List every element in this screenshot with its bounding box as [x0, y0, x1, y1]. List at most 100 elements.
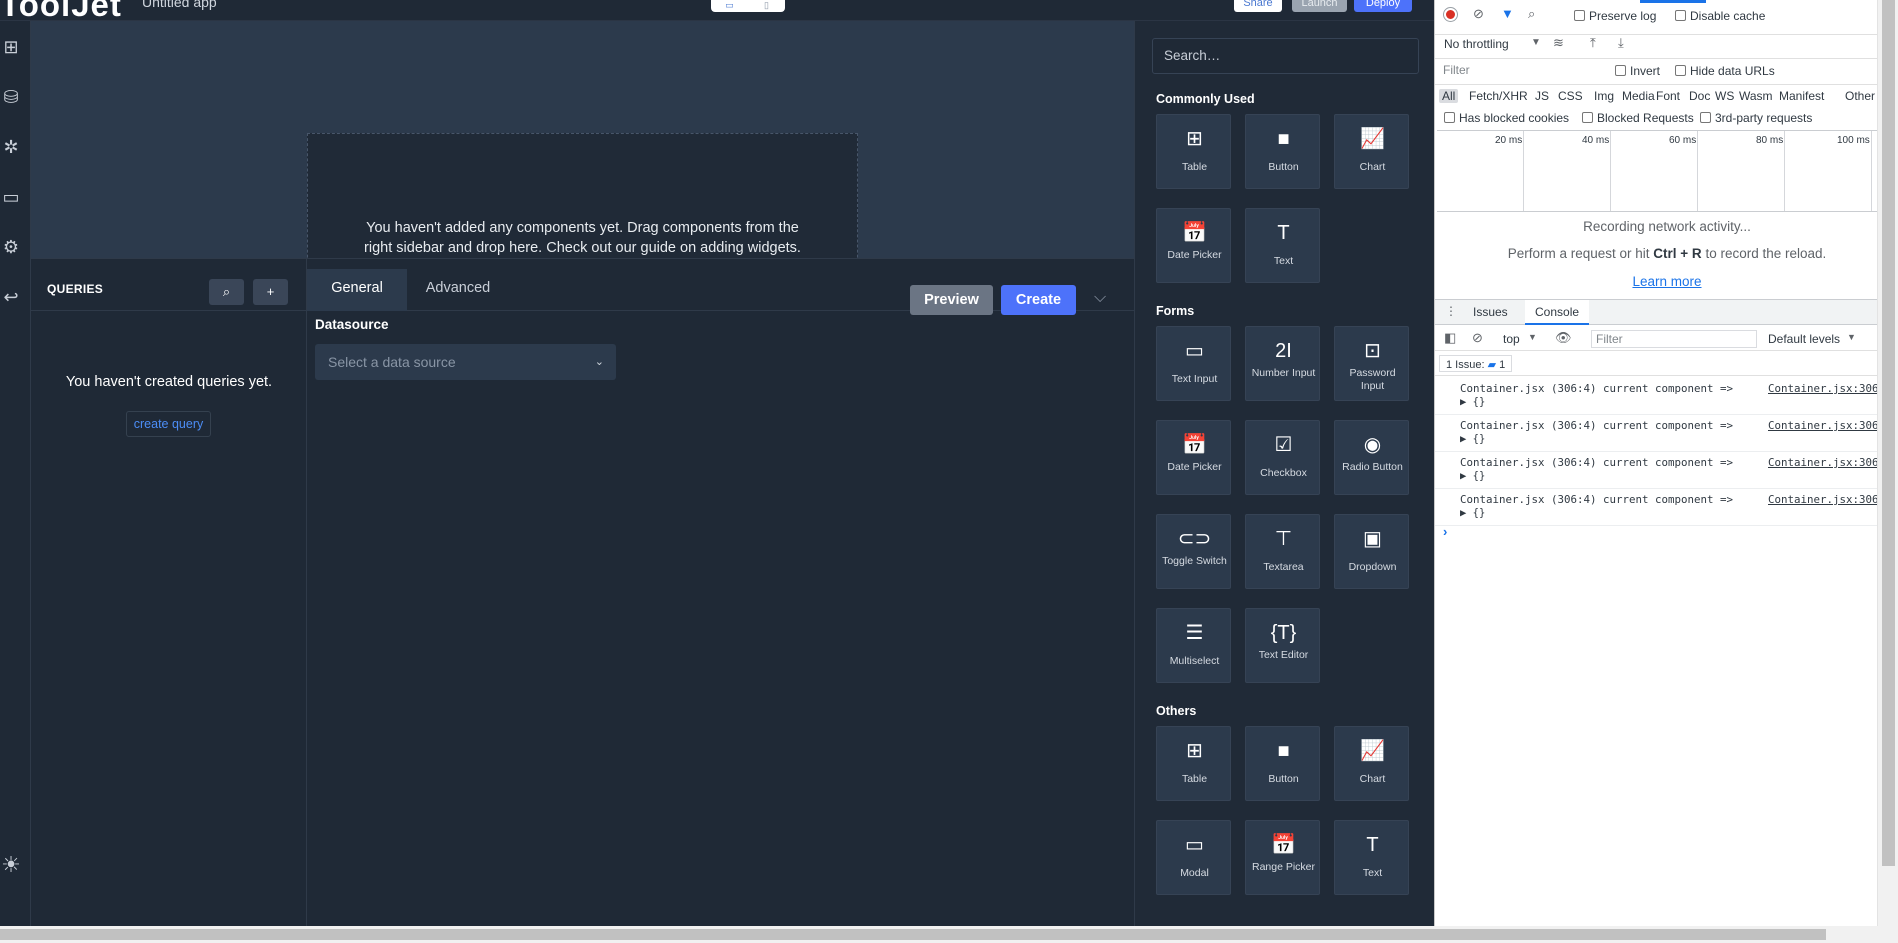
record-icon[interactable] [1444, 8, 1457, 21]
scrollbar-thumb[interactable] [0, 929, 1826, 940]
widget-card-text-editor[interactable]: {T} Text Editor [1245, 608, 1320, 683]
preserve-log-checkbox[interactable]: Preserve log [1574, 9, 1656, 23]
type-filter-other[interactable]: Other [1845, 89, 1875, 103]
desktop-view-icon[interactable]: ▭ [711, 0, 748, 12]
widget-card-date-picker[interactable]: 📅 Date Picker [1156, 420, 1231, 495]
console-log-entry[interactable]: Container.jsx (306:4) current component … [1435, 489, 1898, 526]
share-button[interactable]: Share [1234, 0, 1282, 12]
log-object-expander[interactable]: ▶ {} [1460, 396, 1485, 408]
issues-badge[interactable]: 1 Issue: ▰ 1 [1439, 355, 1513, 372]
widget-card-date-picker[interactable]: 📅 Date Picker [1156, 208, 1231, 283]
tab-issues[interactable]: Issues [1473, 305, 1508, 319]
settings-icon[interactable]: ⚙ [0, 235, 22, 259]
eye-icon[interactable]: 👁 [1555, 330, 1572, 346]
log-object-expander[interactable]: ▶ {} [1460, 507, 1485, 519]
tab-general[interactable]: General [307, 269, 407, 311]
datasource-select[interactable]: Select a data source ⌄ [315, 344, 616, 380]
widget-card-modal[interactable]: ▭ Modal [1156, 820, 1231, 895]
tab-console[interactable]: Console [1525, 300, 1590, 325]
app-canvas[interactable]: You haven't added any components yet. Dr… [31, 21, 1134, 283]
inspector-icon[interactable]: ⊞ [0, 35, 22, 59]
network-conditions-icon[interactable]: ≋ [1553, 35, 1564, 51]
type-filter-wasm[interactable]: Wasm [1739, 89, 1773, 103]
type-filter-ws[interactable]: WS [1715, 89, 1734, 103]
console-log-entry[interactable]: Container.jsx (306:4) current component … [1435, 452, 1898, 489]
log-object-expander[interactable]: ▶ {} [1460, 470, 1485, 482]
context-select[interactable]: top [1503, 332, 1520, 346]
debugger-icon[interactable]: ✲ [0, 135, 22, 159]
database-icon[interactable]: ⛁ [0, 85, 22, 109]
widget-card-number-input[interactable]: 2I Number Input [1245, 326, 1320, 401]
widget-card-button[interactable]: ■ Button [1245, 114, 1320, 189]
widget-card-radio-button[interactable]: ◉ Radio Button [1334, 420, 1409, 495]
clear-icon[interactable]: ⊘ [1473, 6, 1484, 22]
widget-card-checkbox[interactable]: ☑ Checkbox [1245, 420, 1320, 495]
widget-card-chart[interactable]: 📈 Chart [1334, 726, 1409, 801]
caret-down-icon[interactable]: ▼ [1531, 37, 1541, 48]
widget-card-table[interactable]: ⊞ Table [1156, 726, 1231, 801]
type-filter-all[interactable]: All [1439, 89, 1459, 103]
type-filter-doc[interactable]: Doc [1689, 89, 1710, 103]
log-object-expander[interactable]: ▶ {} [1460, 433, 1485, 445]
console-log-entry[interactable]: Container.jsx (306:4) current component … [1435, 378, 1898, 415]
network-timeline[interactable]: 20 ms 40 ms 60 ms 80 ms 100 ms [1437, 130, 1898, 212]
default-levels-select[interactable]: Default levels [1768, 332, 1840, 346]
console-prompt[interactable]: › [1443, 524, 1447, 539]
launch-button[interactable]: Launch [1292, 0, 1347, 12]
invert-checkbox[interactable]: Invert [1615, 64, 1660, 78]
tab-advanced[interactable]: Advanced [407, 269, 509, 311]
preview-button[interactable]: Preview [910, 285, 993, 315]
search-queries-button[interactable]: ⌕ [209, 279, 244, 305]
deploy-button[interactable]: Deploy [1354, 0, 1412, 12]
clear-console-icon[interactable]: ⊘ [1472, 330, 1483, 346]
type-filter-fetch-xhr[interactable]: Fetch/XHR [1469, 89, 1528, 103]
widget-card-text[interactable]: T Text [1334, 820, 1409, 895]
drawer-menu-icon[interactable]: ⋮ [1445, 304, 1457, 318]
console-log-entry[interactable]: Container.jsx (306:4) current component … [1435, 415, 1898, 452]
type-filter-media[interactable]: Media [1622, 89, 1655, 103]
type-filter-manifest[interactable]: Manifest [1779, 89, 1824, 103]
has-blocked-cookies-checkbox[interactable]: Has blocked cookies [1444, 111, 1569, 125]
widget-card-button[interactable]: ■ Button [1245, 726, 1320, 801]
widget-card-chart[interactable]: 📈 Chart [1334, 114, 1409, 189]
network-filter-input[interactable]: Filter [1439, 62, 1599, 78]
type-filter-css[interactable]: CSS [1558, 89, 1583, 103]
filter-icon[interactable]: ▼ [1501, 6, 1514, 21]
type-filter-font[interactable]: Font [1656, 89, 1680, 103]
widget-card-range-picker[interactable]: 📅 Range Picker [1245, 820, 1320, 895]
comments-icon[interactable]: ▭ [0, 185, 22, 209]
devtools-vertical-scrollbar[interactable] [1877, 0, 1898, 926]
sidebar-toggle-icon[interactable]: ◧ [1444, 330, 1456, 346]
scrollbar-thumb[interactable] [1882, 0, 1895, 866]
widget-card-text-input[interactable]: ▭ Text Input [1156, 326, 1231, 401]
export-har-icon[interactable]: ⤓ [1618, 35, 1624, 51]
theme-toggle-icon[interactable]: ☀ [0, 853, 22, 877]
widget-card-password-input[interactable]: ⊡ Password Input [1334, 326, 1409, 401]
third-party-checkbox[interactable]: 3rd-party requests [1700, 111, 1812, 125]
back-icon[interactable]: ↩ [0, 285, 22, 309]
create-button[interactable]: Create [1001, 285, 1076, 315]
learn-more-link[interactable]: Learn more [1435, 274, 1898, 289]
console-filter-input[interactable]: Filter [1591, 330, 1757, 348]
app-name[interactable]: Untitled app [142, 0, 217, 10]
widget-card-table[interactable]: ⊞ Table [1156, 114, 1231, 189]
widget-search-input[interactable]: Search… [1152, 38, 1419, 74]
create-query-button[interactable]: create query [126, 411, 211, 437]
throttling-select[interactable]: No throttling [1444, 37, 1509, 51]
type-filter-img[interactable]: Img [1594, 89, 1614, 103]
hide-data-urls-checkbox[interactable]: Hide data URLs [1675, 64, 1775, 78]
widget-card-multiselect[interactable]: ☰ Multiselect [1156, 608, 1231, 683]
add-query-button[interactable]: + [253, 279, 288, 305]
horizontal-scrollbar[interactable] [0, 926, 1898, 943]
blocked-requests-checkbox[interactable]: Blocked Requests [1582, 111, 1694, 125]
type-filter-js[interactable]: JS [1535, 89, 1549, 103]
widget-card-textarea[interactable]: ⊤ Textarea [1245, 514, 1320, 589]
widget-card-dropdown[interactable]: ▣ Dropdown [1334, 514, 1409, 589]
collapse-chevron-icon[interactable]: ⌵ [1094, 289, 1118, 309]
widget-card-toggle-switch[interactable]: ⊂⊃ Toggle Switch [1156, 514, 1231, 589]
disable-cache-checkbox[interactable]: Disable cache [1675, 9, 1765, 23]
search-icon[interactable]: ⌕ [1528, 6, 1535, 22]
widget-card-text[interactable]: T Text [1245, 208, 1320, 283]
import-har-icon[interactable]: ⤒ [1590, 35, 1596, 51]
mobile-view-icon[interactable]: ▯ [748, 0, 785, 12]
